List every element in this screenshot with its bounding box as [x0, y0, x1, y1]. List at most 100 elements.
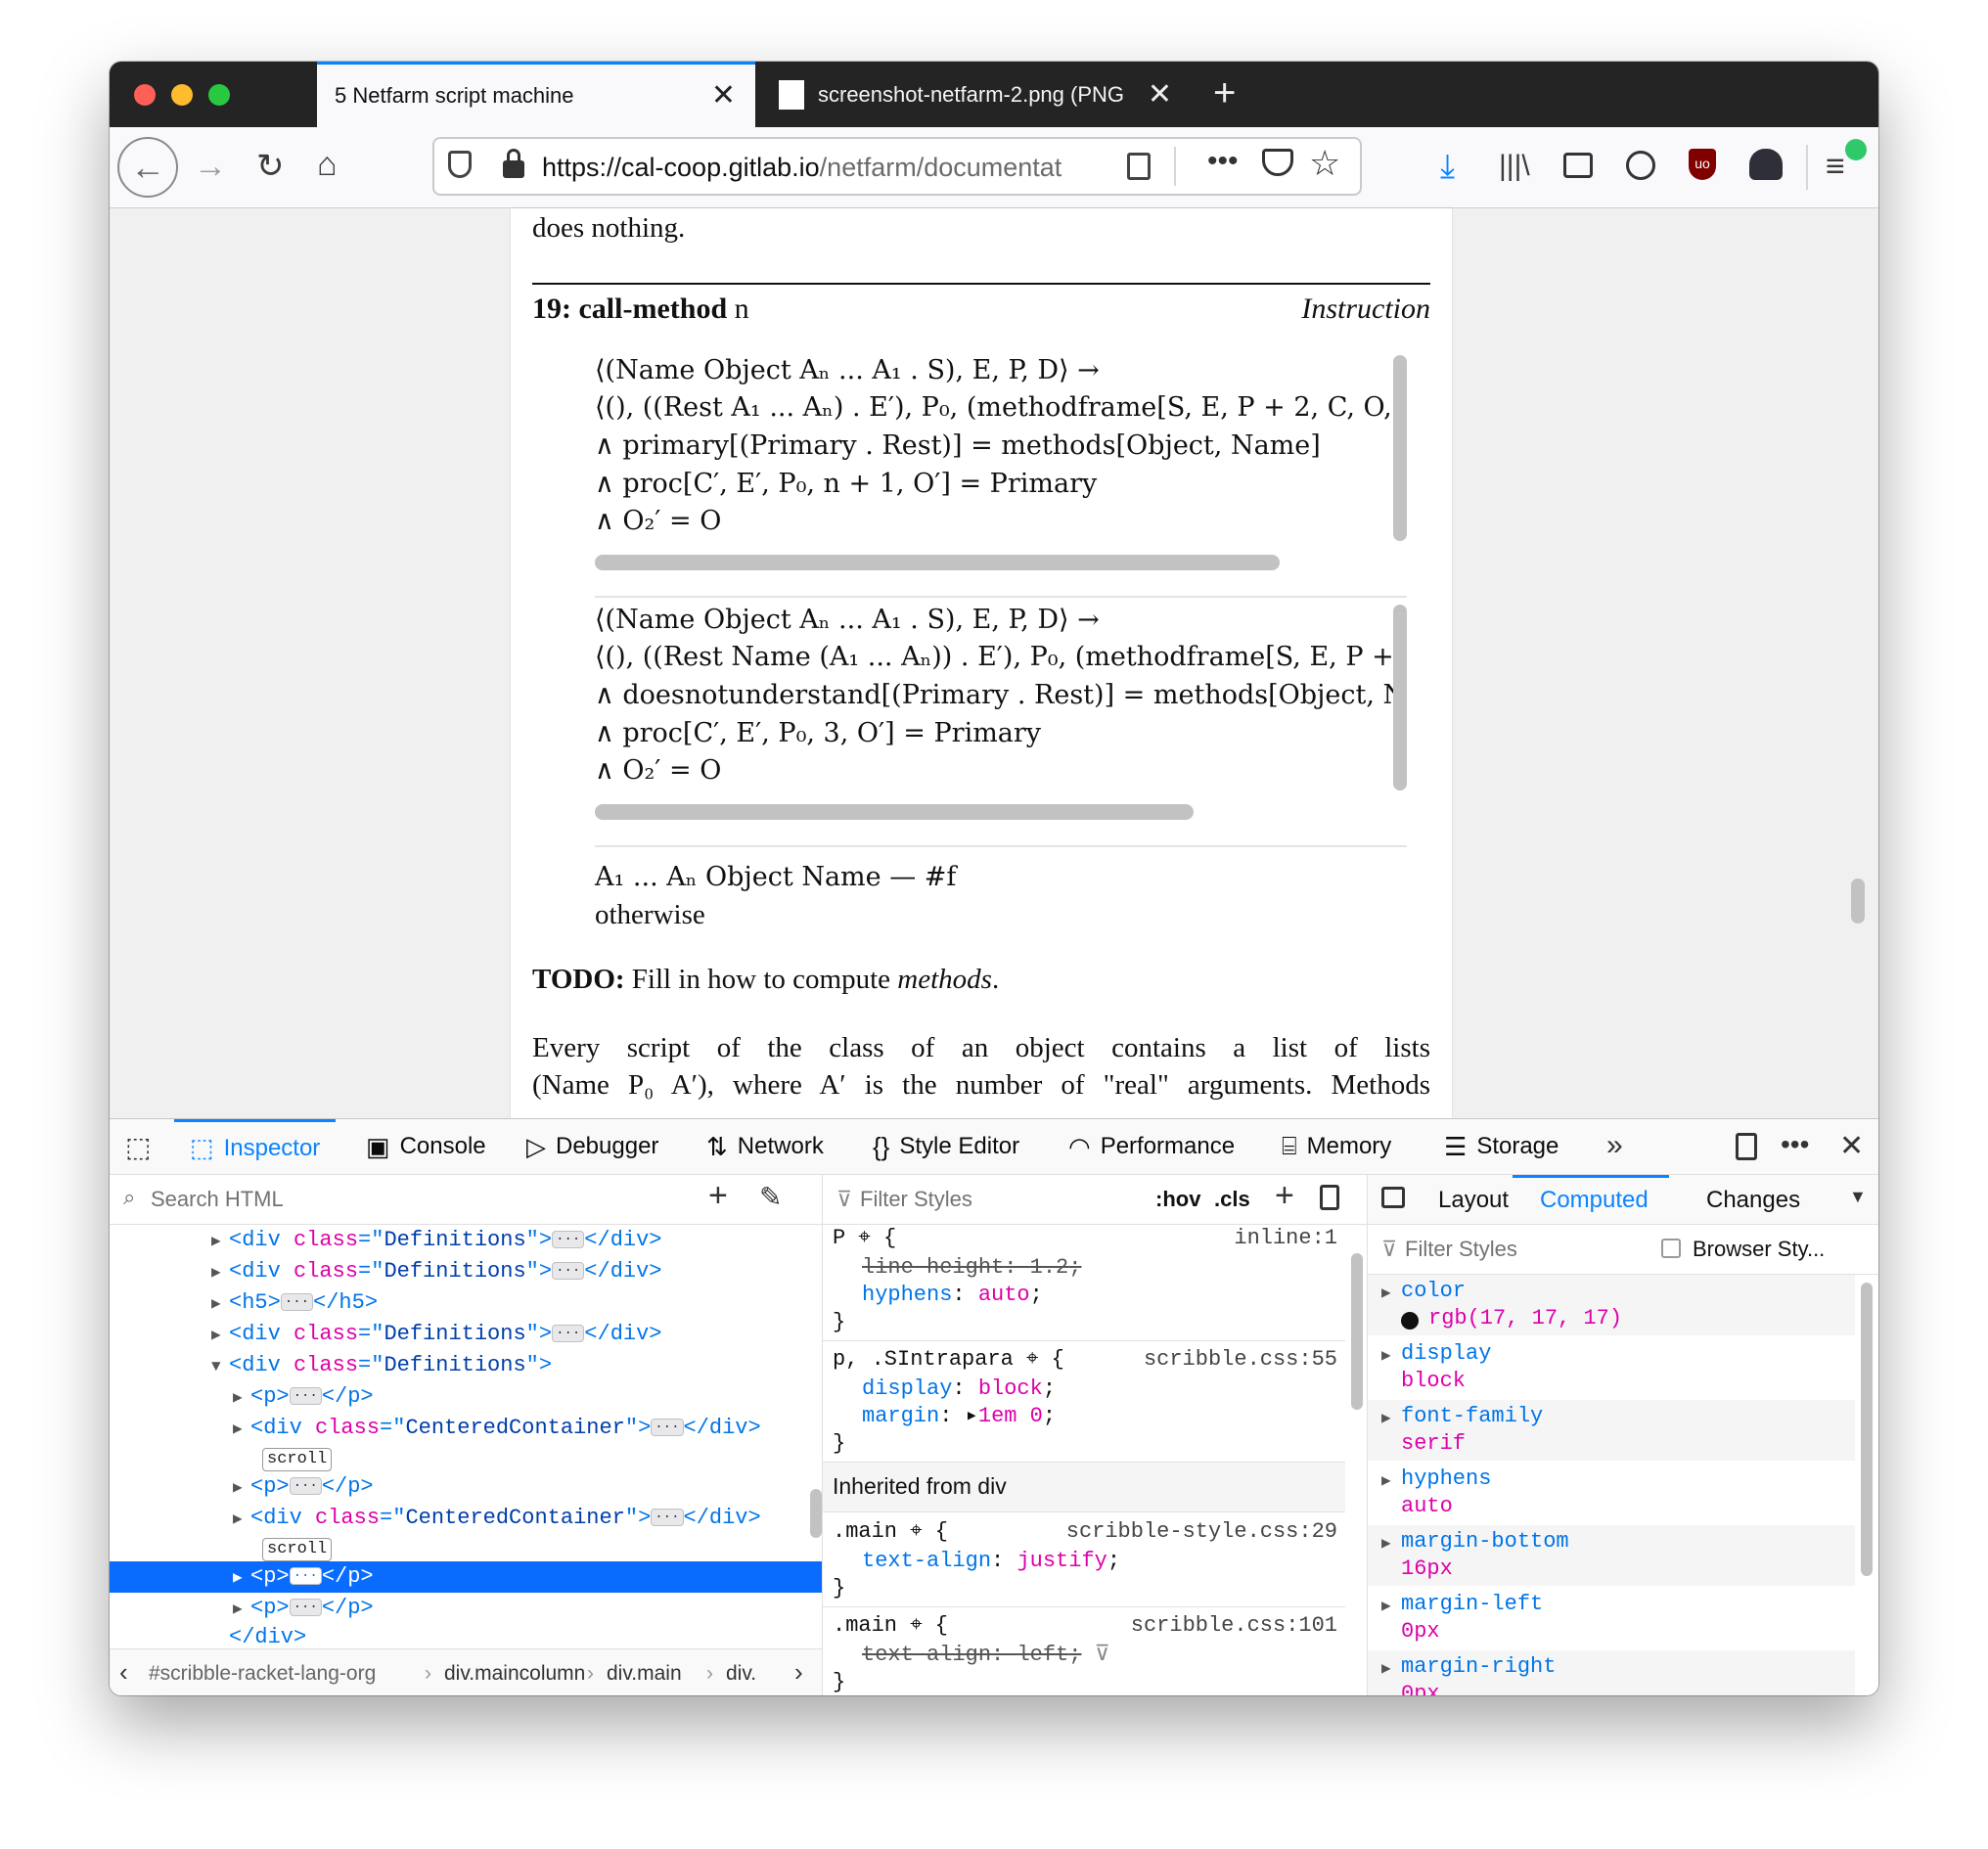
rule-declaration[interactable]: hyphens: auto;	[862, 1282, 1345, 1309]
rule-declaration[interactable]: line-height: 1.2;	[862, 1254, 1345, 1282]
reload-icon[interactable]: ↻	[256, 147, 285, 186]
more-tabs-icon[interactable]: »	[1606, 1129, 1623, 1162]
browser-styles-checkbox[interactable]	[1661, 1239, 1681, 1258]
breadcrumb-item[interactable]: div.maincolumn	[444, 1662, 585, 1686]
tree-node[interactable]: ▶ <div class="Definitions"> ··· </div>	[110, 1256, 822, 1287]
tab-memory[interactable]: ⌸ Memory	[1282, 1119, 1391, 1174]
spy-extension-icon[interactable]	[1749, 149, 1783, 180]
more-icon[interactable]: •••	[1207, 145, 1239, 178]
markup-scrollbar[interactable]	[810, 1489, 822, 1538]
devtools-menu-icon[interactable]: •••	[1781, 1129, 1809, 1160]
tab-screenshot-png[interactable]: screenshot-netfarm-2.png (PNG I ✕	[757, 62, 1192, 127]
tree-node[interactable]: ▶ <div class="CenteredContainer"> ··· </div…	[110, 1503, 822, 1534]
tree-node[interactable]: ▶ <div class="CenteredContainer"> ··· </div…	[110, 1413, 822, 1444]
computed-property[interactable]: ▶ margin-left 0px	[1368, 1588, 1855, 1648]
close-tab-icon[interactable]: ✕	[1148, 79, 1172, 110]
rule-source-link[interactable]: scribble.css:101	[1131, 1612, 1337, 1640]
tab-performance[interactable]: ◠ Performance	[1068, 1119, 1235, 1174]
cls-toggle[interactable]: .cls	[1214, 1187, 1250, 1212]
breadcrumb-item[interactable]: div.main	[607, 1662, 682, 1686]
tab-storage[interactable]: ☰ Storage	[1444, 1119, 1559, 1174]
rule-declaration[interactable]: display: block;	[862, 1375, 1345, 1403]
horizontal-scrollbar[interactable]	[595, 555, 1280, 570]
tree-node[interactable]: ▶ <h5> ··· </h5>	[110, 1287, 822, 1319]
computed-property[interactable]: ▶ margin-bottom 16px	[1368, 1525, 1855, 1586]
tab-netfarm-script-machine[interactable]: 5 Netfarm script machine ✕	[317, 62, 755, 127]
forward-icon[interactable]: →	[194, 147, 227, 186]
tab-computed[interactable]: Computed	[1540, 1187, 1649, 1214]
computed-property[interactable]: ▶ margin-right 0px	[1368, 1650, 1855, 1695]
tree-node[interactable]: ▶ <p> ··· </p>	[110, 1381, 822, 1413]
vertical-scrollbar[interactable]	[1393, 605, 1407, 790]
close-window-button[interactable]	[134, 84, 156, 106]
add-rule-icon[interactable]: +	[1275, 1177, 1294, 1215]
computed-property[interactable]: ▶ font-family serif	[1368, 1400, 1855, 1461]
zoom-window-button[interactable]	[208, 84, 230, 106]
element-picker-icon[interactable]: ⬚	[125, 1131, 151, 1163]
computed-filter-input[interactable]: Filter Styles	[1405, 1237, 1517, 1262]
reader-view-icon[interactable]	[1127, 153, 1151, 180]
computed-property[interactable]: ▶ hyphens auto	[1368, 1463, 1855, 1523]
account-icon[interactable]	[1626, 151, 1655, 180]
rules-scrollbar[interactable]	[1351, 1253, 1363, 1410]
rule-source-link[interactable]: scribble.css:55	[1144, 1346, 1337, 1374]
tab-changes[interactable]: Changes	[1706, 1187, 1800, 1214]
add-node-icon[interactable]: +	[708, 1177, 728, 1215]
download-icon[interactable]: ⤓	[1440, 147, 1455, 186]
chevron-down-icon[interactable]: ▼	[1849, 1187, 1867, 1207]
library-icon[interactable]: |||\	[1499, 147, 1530, 186]
tab-debugger[interactable]: ▷ Debugger	[526, 1119, 658, 1174]
tree-node[interactable]: ▶ <div class="Definitions"> ··· </div>	[110, 1319, 822, 1350]
ublock-icon[interactable]: uo	[1689, 149, 1716, 180]
new-tab-icon[interactable]: +	[1213, 71, 1236, 115]
search-html-input[interactable]: Search HTML	[151, 1187, 284, 1212]
rule-declaration[interactable]: text-align: justify;	[862, 1548, 1345, 1575]
breadcrumb-item[interactable]: #scribble-racket-lang-org	[149, 1662, 376, 1686]
tree-node[interactable]: ▶ <div class="Definitions"> ··· </div>	[110, 1225, 822, 1256]
sidebar-icon[interactable]	[1563, 153, 1593, 178]
page-scrollbar[interactable]	[1851, 879, 1865, 924]
breadcrumb-right-icon[interactable]: ›	[794, 1657, 803, 1688]
tree-node[interactable]: ▶ <p> ··· </p>	[110, 1593, 822, 1624]
centered-container[interactable]: ⟨(Name Object Aₙ ... A₁ . S), E, P, D⟩ →…	[595, 605, 1407, 847]
breadcrumb-left-icon[interactable]: ‹	[119, 1657, 128, 1688]
markup-tree[interactable]: ▶ <div class="Definitions"> ··· </div> ▶ <di…	[110, 1225, 822, 1649]
pocket-icon[interactable]	[1262, 149, 1293, 176]
rule-source-link[interactable]: inline:1	[1234, 1225, 1337, 1252]
tab-console[interactable]: ▣ Console	[366, 1119, 486, 1174]
tree-node-selected[interactable]: ▶ <p> ··· </p>	[110, 1561, 822, 1593]
centered-container[interactable]: ⟨(Name Object Aₙ ... A₁ . S), E, P, D⟩ →…	[595, 355, 1407, 598]
page-viewport[interactable]: does nothing. 19: call-method n Instruct…	[110, 208, 1878, 1118]
filter-styles-input[interactable]: Filter Styles	[860, 1187, 972, 1212]
rule-declaration[interactable]: text-align: left; ⊽	[862, 1642, 1345, 1669]
tab-inspector[interactable]: ⬚ Inspector	[174, 1119, 337, 1174]
url-bar[interactable]: https://cal-coop.gitlab.io/netfarm/docum…	[432, 137, 1362, 196]
tab-network[interactable]: ⇅ Network	[706, 1119, 824, 1174]
print-media-icon[interactable]	[1320, 1185, 1339, 1210]
horizontal-scrollbar[interactable]	[595, 804, 1194, 820]
eyedropper-icon[interactable]: ✎	[759, 1181, 782, 1213]
breadcrumb-item[interactable]: div.	[726, 1662, 756, 1686]
rule-declaration[interactable]: margin: ▸1em 0;	[862, 1403, 1345, 1430]
shield-icon[interactable]	[448, 151, 472, 178]
hov-toggle[interactable]: :hov	[1155, 1187, 1200, 1212]
dock-side-icon[interactable]	[1736, 1133, 1757, 1160]
tree-node[interactable]: ▼ <div class="Definitions">	[110, 1350, 822, 1381]
computed-scrollbar[interactable]	[1861, 1283, 1873, 1576]
close-tab-icon[interactable]: ✕	[711, 81, 736, 111]
close-devtools-icon[interactable]: ✕	[1839, 1129, 1864, 1163]
vertical-scrollbar[interactable]	[1393, 355, 1407, 541]
url-text[interactable]: https://cal-coop.gitlab.io/netfarm/docum…	[542, 153, 1098, 183]
menu-icon[interactable]: ≡	[1826, 147, 1845, 186]
computed-property[interactable]: ▶ display block	[1368, 1337, 1855, 1398]
tab-layout[interactable]: Layout	[1438, 1187, 1509, 1214]
rule-source-link[interactable]: scribble-style.css:29	[1066, 1518, 1337, 1546]
back-icon[interactable]: ←	[117, 137, 178, 198]
home-icon[interactable]: ⌂	[317, 145, 338, 184]
computed-property[interactable]: ▶ color rgb(17, 17, 17)	[1368, 1275, 1855, 1335]
star-icon[interactable]: ☆	[1309, 143, 1340, 184]
tree-node[interactable]: ▶ <p> ··· </p>	[110, 1471, 822, 1503]
minimize-window-button[interactable]	[171, 84, 193, 106]
filter-icon[interactable]: ⊽	[1095, 1643, 1110, 1667]
color-swatch[interactable]	[1401, 1312, 1419, 1330]
